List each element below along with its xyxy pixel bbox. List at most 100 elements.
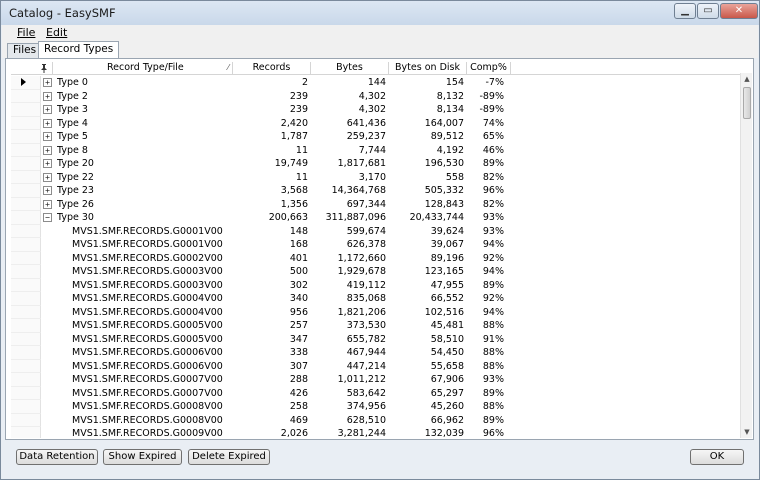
row-header[interactable] (11, 103, 41, 117)
row-header[interactable] (11, 265, 41, 279)
table-row-group[interactable]: + Type 22 11 3,170 558 82% (11, 170, 740, 184)
close-button[interactable]: ✕ (720, 3, 758, 19)
plus-box-icon[interactable]: + (43, 132, 52, 141)
scroll-down-icon[interactable]: ▼ (741, 426, 753, 438)
row-header[interactable] (11, 292, 41, 306)
minus-box-icon[interactable]: − (43, 213, 52, 222)
row-header[interactable] (11, 427, 41, 438)
record-types-grid[interactable]: Record Type/File ⁄ Records Bytes Bytes o… (11, 62, 740, 438)
table-row[interactable]: MVS1.SMF.RECORDS.G0006V00 338 467,944 54,45… (11, 346, 740, 360)
row-header[interactable] (11, 89, 41, 103)
table-row-group[interactable]: + Type 0 2 144 154 -7% (11, 76, 740, 90)
table-row-group[interactable]: + Type 20 19,749 1,817,681 196,530 89% (11, 157, 740, 171)
row-header[interactable] (11, 116, 41, 130)
cell-record-type-file: MVS1.SMF.RECORDS.G0004V00 (72, 306, 223, 318)
table-row[interactable]: MVS1.SMF.RECORDS.G0004V00 956 1,821,206 102… (11, 305, 740, 319)
table-row-group[interactable]: + Type 2 239 4,302 8,132 -89% (11, 89, 740, 103)
cell-records: 347 (289, 333, 308, 345)
row-header[interactable] (11, 197, 41, 211)
table-row[interactable]: MVS1.SMF.RECORDS.G0003V00 302 419,112 47,95… (11, 278, 740, 292)
table-row[interactable]: MVS1.SMF.RECORDS.G0001V00 148 599,674 39,62… (11, 224, 740, 238)
scroll-thumb[interactable] (743, 87, 751, 119)
header-record-type-file[interactable]: Record Type/File ⁄ (53, 62, 233, 75)
cell-bytes-on-disk: 54,450 (430, 347, 464, 358)
row-header[interactable] (11, 359, 41, 373)
cell-bytes-on-disk: 4,192 (436, 144, 464, 156)
plus-box-icon[interactable]: + (43, 145, 52, 155)
row-header[interactable] (11, 238, 41, 252)
table-row[interactable]: MVS1.SMF.RECORDS.G0005V00 257 373,530 45,48… (11, 319, 740, 333)
cell-records: 19,749 (274, 158, 308, 169)
plus-box-icon[interactable]: + (43, 78, 52, 87)
title-bar[interactable]: Catalog - EasySMF ▁ ▭ ✕ (1, 1, 759, 25)
row-header[interactable] (11, 211, 41, 225)
row-header[interactable] (11, 157, 41, 171)
delete-expired-button[interactable]: Delete Expired (188, 449, 270, 465)
row-header[interactable] (11, 278, 41, 292)
row-header[interactable] (11, 184, 41, 198)
table-row-group[interactable]: − Type 30 200,663 311,887,096 20,433,744 93% (11, 211, 740, 225)
header-comp-percent[interactable]: Comp% (467, 62, 511, 75)
table-row-group[interactable]: + Type 4 2,420 641,436 164,007 74% (11, 116, 740, 130)
row-header[interactable] (11, 386, 41, 400)
table-row[interactable]: MVS1.SMF.RECORDS.G0003V00 500 1,929,678 123… (11, 265, 740, 279)
scroll-up-icon[interactable]: ▲ (741, 73, 753, 85)
plus-box-icon[interactable]: + (43, 186, 52, 195)
row-header[interactable] (11, 346, 41, 360)
table-row[interactable]: MVS1.SMF.RECORDS.G0008V00 258 374,956 45,26… (11, 400, 740, 414)
vertical-scrollbar[interactable]: ▲ ▼ (740, 73, 752, 438)
cell-bytes: 626,378 (346, 239, 386, 250)
menu-file[interactable]: File (17, 26, 35, 39)
pin-icon[interactable] (11, 62, 53, 75)
row-header[interactable] (11, 251, 41, 265)
table-row[interactable]: MVS1.SMF.RECORDS.G0006V00 307 447,214 55,65… (11, 359, 740, 373)
header-bytes-on-disk[interactable]: Bytes on Disk (389, 62, 467, 75)
plus-box-icon[interactable]: + (43, 159, 52, 168)
menu-edit[interactable]: Edit (46, 26, 67, 39)
row-header[interactable] (11, 413, 41, 427)
header-bytes[interactable]: Bytes (311, 62, 389, 75)
row-header[interactable] (11, 332, 41, 346)
ok-button[interactable]: OK (690, 449, 744, 465)
cell-records: 1,787 (280, 131, 308, 142)
tab-files[interactable]: Files (7, 43, 43, 58)
row-header[interactable] (11, 319, 41, 333)
row-header[interactable] (11, 400, 41, 414)
table-row[interactable]: MVS1.SMF.RECORDS.G0008V00 469 628,510 66,96… (11, 413, 740, 427)
plus-box-icon[interactable]: + (43, 172, 52, 182)
header-records[interactable]: Records (233, 62, 311, 75)
table-row[interactable]: MVS1.SMF.RECORDS.G0009V00 2,026 3,281,244 1… (11, 427, 740, 438)
cell-bytes: 374,956 (346, 401, 386, 412)
row-header[interactable] (11, 373, 41, 387)
table-row[interactable]: MVS1.SMF.RECORDS.G0007V00 288 1,011,212 67,… (11, 373, 740, 387)
sort-indicator-icon: ⁄ (227, 63, 229, 72)
row-header[interactable] (11, 143, 41, 157)
cell-record-type-file: Type 5 (57, 131, 88, 142)
plus-box-icon[interactable]: + (43, 199, 52, 209)
row-header[interactable] (11, 305, 41, 319)
row-header[interactable] (11, 170, 41, 184)
table-row[interactable]: MVS1.SMF.RECORDS.G0001V00 168 626,378 39,06… (11, 238, 740, 252)
tab-record-types[interactable]: Record Types (38, 41, 120, 58)
row-header[interactable] (11, 130, 41, 144)
maximize-button[interactable]: ▭ (697, 3, 719, 19)
table-row[interactable]: MVS1.SMF.RECORDS.G0007V00 426 583,642 65,29… (11, 386, 740, 400)
table-row-group[interactable]: + Type 26 1,356 697,344 128,843 82% (11, 197, 740, 211)
table-row[interactable]: MVS1.SMF.RECORDS.G0002V00 401 1,172,660 89,… (11, 251, 740, 265)
table-row[interactable]: MVS1.SMF.RECORDS.G0004V00 340 835,068 66,55… (11, 292, 740, 306)
cell-bytes: 373,530 (346, 320, 386, 331)
table-row-group[interactable]: + Type 5 1,787 259,237 89,512 65% (11, 130, 740, 144)
cell-bytes-on-disk: 128,843 (424, 198, 464, 210)
plus-box-icon[interactable]: + (43, 91, 52, 101)
table-row-group[interactable]: + Type 8 11 7,744 4,192 46% (11, 143, 740, 157)
table-row-group[interactable]: + Type 23 3,568 14,364,768 505,332 96% (11, 184, 740, 198)
plus-box-icon[interactable]: + (43, 105, 52, 114)
table-row[interactable]: MVS1.SMF.RECORDS.G0005V00 347 655,782 58,51… (11, 332, 740, 346)
data-retention-button[interactable]: Data Retention (16, 449, 98, 465)
row-header[interactable] (11, 76, 41, 90)
plus-box-icon[interactable]: + (43, 118, 52, 128)
row-header[interactable] (11, 224, 41, 238)
show-expired-button[interactable]: Show Expired (103, 449, 182, 465)
minimize-button[interactable]: ▁ (674, 3, 696, 19)
table-row-group[interactable]: + Type 3 239 4,302 8,134 -89% (11, 103, 740, 117)
